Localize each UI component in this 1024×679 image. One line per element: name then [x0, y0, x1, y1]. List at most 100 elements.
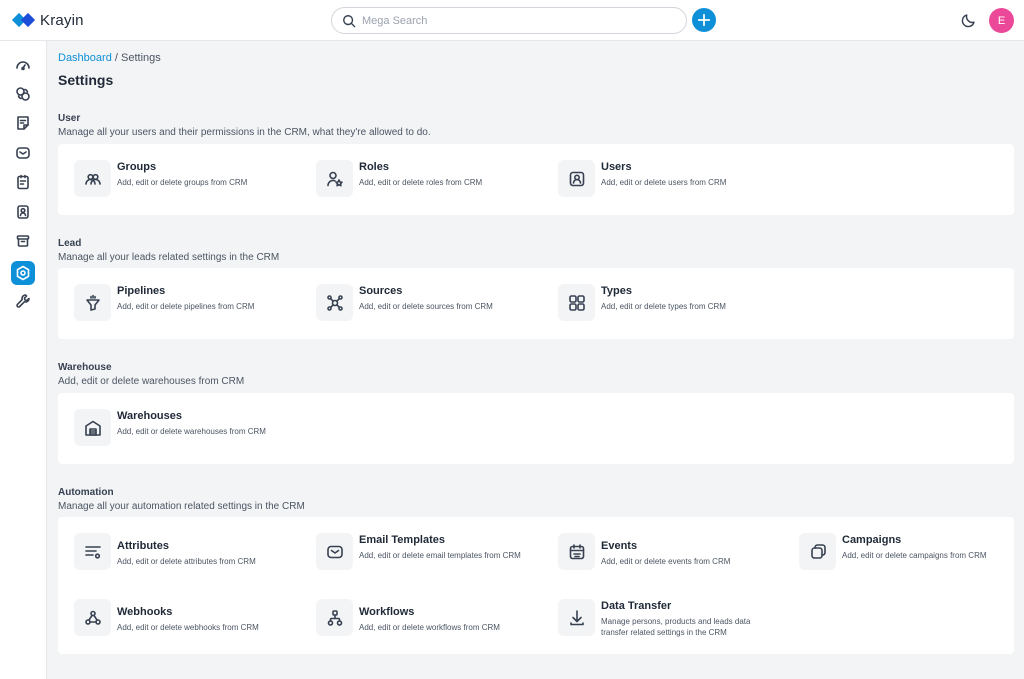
mail-icon: [16, 147, 30, 159]
item-description: Add, edit or delete groups from CRM: [117, 178, 248, 187]
item-title: Warehouses: [117, 410, 183, 422]
item-title: Workflows: [359, 606, 415, 618]
email-template-icon: [326, 545, 343, 558]
settings-icon: [16, 265, 30, 281]
events-calendar-icon: [569, 543, 584, 559]
item-title: Groups: [117, 161, 157, 173]
item-title: Attributes: [117, 540, 169, 552]
section-desc-lead: Manage all your leads related settings i…: [58, 252, 280, 263]
settings-item-users[interactable]: Users Add, edit or delete users from CRM: [558, 160, 765, 197]
mega-search[interactable]: [331, 7, 687, 34]
dark-mode-toggle[interactable]: [960, 11, 980, 31]
types-grid-icon: [568, 294, 585, 311]
settings-item-webhooks[interactable]: Webhooks Add, edit or delete webhooks fro…: [74, 599, 281, 636]
settings-item-warehouses[interactable]: Warehouses Add, edit or delete warehouses…: [74, 409, 267, 446]
sidebar-item-mail[interactable]: [11, 141, 35, 165]
quotes-icon: [17, 116, 29, 130]
item-title: Campaigns: [842, 534, 902, 546]
moon-icon: [961, 14, 975, 28]
sidebar-item-settings[interactable]: [11, 261, 35, 285]
item-title: Roles: [359, 161, 389, 173]
warehouse-icon: [84, 420, 101, 436]
breadcrumb-separator: /: [111, 52, 121, 64]
krayin-logo-icon: [11, 11, 36, 29]
item-description: Add, edit or delete email templates from…: [359, 551, 521, 560]
app-name: Krayin: [40, 11, 84, 29]
settings-item-campaigns[interactable]: Campaigns Add, edit or delete campaigns f…: [799, 533, 1006, 570]
quick-create-button[interactable]: [692, 8, 716, 32]
warehouse-settings-card: Warehouses Add, edit or delete warehouses…: [58, 393, 1014, 464]
plus-icon: [697, 13, 711, 27]
dashboard-gauge-icon: [16, 61, 30, 71]
activities-icon: [17, 174, 29, 190]
item-title: Data Transfer: [601, 600, 672, 612]
sidebar-item-products[interactable]: [11, 229, 35, 253]
breadcrumb-current: Settings: [121, 52, 161, 64]
item-description: Add, edit or delete campaigns from CRM: [842, 551, 987, 560]
settings-item-groups[interactable]: Groups Add, edit or delete groups from CR…: [74, 160, 281, 197]
item-title: Users: [601, 161, 632, 173]
breadcrumb-dashboard-link[interactable]: Dashboard: [58, 52, 112, 64]
item-description: Add, edit or delete attributes from CRM: [117, 557, 256, 566]
search-input[interactable]: [362, 14, 662, 27]
webhooks-icon: [84, 610, 101, 625]
item-description: Add, edit or delete warehouses from CRM: [117, 427, 266, 436]
item-description: Add, edit or delete roles from CRM: [359, 178, 483, 187]
item-title: Webhooks: [117, 606, 173, 618]
sidebar-item-leads[interactable]: [11, 82, 35, 106]
page-title: Settings: [58, 72, 114, 88]
settings-item-data-transfer[interactable]: Data Transfer Manage persons, products an…: [558, 599, 771, 638]
item-title: Types: [601, 285, 632, 297]
item-description: Add, edit or delete users from CRM: [601, 178, 727, 187]
groups-icon: [84, 173, 101, 185]
breadcrumb: Dashboard / Settings: [58, 52, 161, 64]
item-title: Pipelines: [117, 285, 166, 297]
settings-item-email-templates[interactable]: Email Templates Add, edit or delete email…: [316, 533, 523, 570]
download-icon: [569, 609, 584, 625]
automation-settings-card: Attributes Add, edit or delete attributes…: [58, 517, 1014, 654]
contacts-icon: [17, 205, 29, 219]
item-description: Add, edit or delete webhooks from CRM: [117, 623, 259, 632]
settings-item-sources[interactable]: Sources Add, edit or delete sources from …: [316, 284, 523, 321]
settings-item-types[interactable]: Types Add, edit or delete types from CRM: [558, 284, 765, 321]
item-description: Add, edit or delete events from CRM: [601, 557, 731, 566]
item-title: Email Templates: [359, 534, 445, 546]
user-avatar[interactable]: E: [989, 8, 1014, 33]
item-description: Add, edit or delete types from CRM: [601, 302, 726, 311]
section-title-warehouse: Warehouse: [58, 362, 112, 373]
sidebar-item-activities[interactable]: [11, 170, 35, 194]
sidebar: [0, 41, 47, 679]
item-description: Add, edit or delete pipelines from CRM: [117, 302, 255, 311]
roles-icon: [326, 171, 343, 186]
settings-item-events[interactable]: Events Add, edit or delete events from CR…: [558, 533, 765, 570]
item-title: Events: [601, 540, 638, 552]
settings-item-attributes[interactable]: Attributes Add, edit or delete attributes…: [74, 533, 281, 570]
sidebar-item-quotes[interactable]: [11, 111, 35, 135]
item-description: Add, edit or delete sources from CRM: [359, 302, 493, 311]
workflows-icon: [327, 609, 342, 626]
products-icon: [16, 235, 30, 247]
top-header: Krayin E: [0, 0, 1024, 41]
pipelines-funnel-icon: [85, 294, 100, 311]
app-logo[interactable]: Krayin: [11, 11, 84, 29]
settings-item-pipelines[interactable]: Pipelines Add, edit or delete pipelines f…: [74, 284, 281, 321]
section-title-user: User: [58, 113, 81, 124]
settings-item-workflows[interactable]: Workflows Add, edit or delete workflows f…: [316, 599, 523, 636]
lead-settings-card: Pipelines Add, edit or delete pipelines f…: [58, 268, 1014, 339]
sidebar-item-configuration[interactable]: [11, 289, 35, 313]
item-description: Manage persons, products and leads data …: [601, 617, 751, 637]
sidebar-item-dashboard[interactable]: [11, 53, 35, 77]
sidebar-item-contacts[interactable]: [11, 200, 35, 224]
campaigns-icon: [810, 543, 826, 559]
wrench-icon: [16, 294, 30, 308]
attributes-icon: [84, 545, 101, 559]
section-title-automation: Automation: [58, 487, 114, 498]
settings-item-roles[interactable]: Roles Add, edit or delete roles from CRM: [316, 160, 523, 197]
item-description: Add, edit or delete workflows from CRM: [359, 623, 500, 632]
section-desc-warehouse: Add, edit or delete warehouses from CRM: [58, 376, 245, 387]
leads-icon: [16, 87, 30, 101]
section-desc-automation: Manage all your automation related setti…: [58, 501, 305, 512]
section-title-lead: Lead: [58, 238, 82, 249]
user-settings-card: Groups Add, edit or delete groups from CR…: [58, 144, 1014, 215]
sources-icon: [326, 294, 343, 311]
